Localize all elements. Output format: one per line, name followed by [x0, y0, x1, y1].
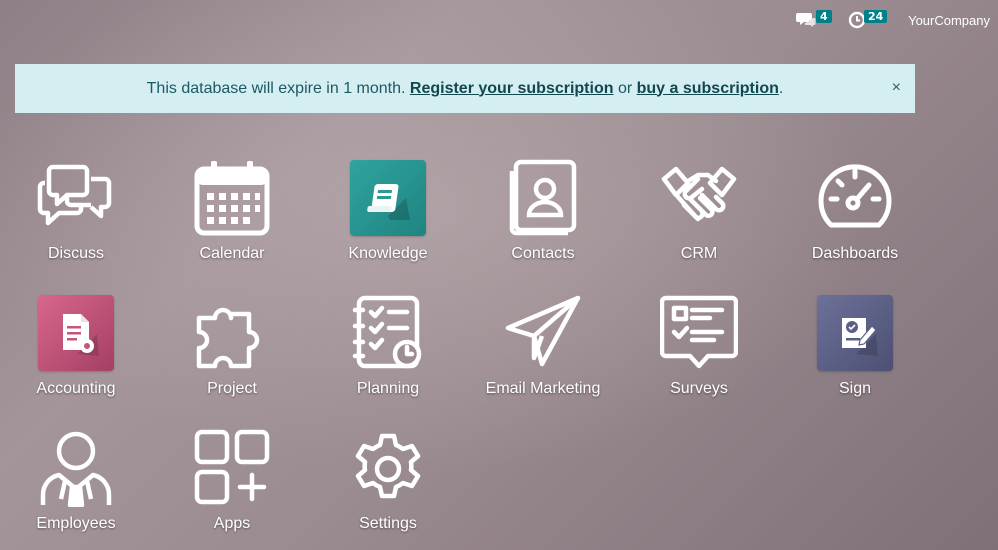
- app-label: Employees: [36, 515, 116, 532]
- paper-plane-icon: [504, 294, 582, 372]
- app-planning[interactable]: Planning: [310, 294, 466, 414]
- document-gear-icon: [38, 295, 114, 371]
- employee-icon: [37, 429, 115, 507]
- app-employees[interactable]: Employees: [0, 429, 154, 549]
- buy-subscription-link[interactable]: buy a subscription: [637, 80, 779, 98]
- app-apps[interactable]: Apps: [154, 429, 310, 549]
- app-label: Surveys: [670, 380, 728, 397]
- app-sign[interactable]: Sign: [777, 294, 933, 414]
- accounting-tile: [37, 294, 115, 372]
- calendar-icon: [193, 159, 271, 237]
- expiration-banner: This database will expire in 1 month. Re…: [15, 64, 915, 113]
- app-knowledge[interactable]: Knowledge: [310, 159, 466, 279]
- app-label: Apps: [213, 515, 251, 532]
- company-switcher[interactable]: YourCompany: [908, 13, 990, 28]
- contact-card-icon: [504, 159, 582, 237]
- app-calendar[interactable]: Calendar: [154, 159, 310, 279]
- app-contacts[interactable]: Contacts: [465, 159, 621, 279]
- app-label: CRM: [680, 245, 718, 262]
- app-label: Planning: [356, 380, 420, 397]
- app-label: Project: [207, 380, 257, 397]
- checklist-clock-icon: [349, 294, 427, 372]
- sign-document-icon: [817, 295, 893, 371]
- close-icon[interactable]: ×: [892, 78, 901, 98]
- app-label: Contacts: [511, 245, 575, 262]
- survey-bubble-icon: [660, 294, 738, 372]
- app-label: Calendar: [199, 245, 265, 262]
- gauge-icon: [816, 159, 894, 237]
- app-label: Discuss: [47, 245, 104, 262]
- puzzle-icon: [193, 294, 271, 372]
- gear-icon: [349, 429, 427, 507]
- register-subscription-link[interactable]: Register your subscription: [410, 80, 614, 98]
- handshake-icon: [660, 159, 738, 237]
- knowledge-tile: [349, 159, 427, 237]
- sign-tile: [816, 294, 894, 372]
- top-navbar: 4 24 YourCompany: [0, 0, 998, 40]
- app-discuss[interactable]: Discuss: [0, 159, 154, 279]
- app-accounting[interactable]: Accounting: [0, 294, 154, 414]
- activities-systray[interactable]: 24: [848, 8, 888, 32]
- banner-text-end: .: [778, 79, 784, 97]
- messages-counter: 4: [816, 10, 832, 23]
- app-label: Settings: [359, 515, 417, 532]
- app-email-marketing[interactable]: Email Marketing: [465, 294, 621, 414]
- chat-icon: [796, 13, 816, 27]
- banner-text: This database will expire in 1 month.: [146, 79, 410, 97]
- app-label: Sign: [838, 380, 872, 397]
- banner-text-middle: or: [613, 79, 637, 97]
- app-project[interactable]: Project: [154, 294, 310, 414]
- app-label: Accounting: [36, 380, 116, 397]
- app-dashboards[interactable]: Dashboards: [777, 159, 933, 279]
- messages-systray[interactable]: 4: [796, 8, 832, 32]
- app-settings[interactable]: Settings: [310, 429, 466, 549]
- apps-grid-icon: [193, 429, 271, 507]
- app-label: Email Marketing: [485, 380, 601, 397]
- chat-bubbles-icon: [37, 159, 115, 237]
- app-label: Dashboards: [811, 245, 899, 262]
- app-label: Knowledge: [348, 245, 428, 262]
- activities-counter: 24: [864, 10, 888, 23]
- app-crm[interactable]: CRM: [621, 159, 777, 279]
- book-icon: [350, 160, 426, 236]
- app-surveys[interactable]: Surveys: [621, 294, 777, 414]
